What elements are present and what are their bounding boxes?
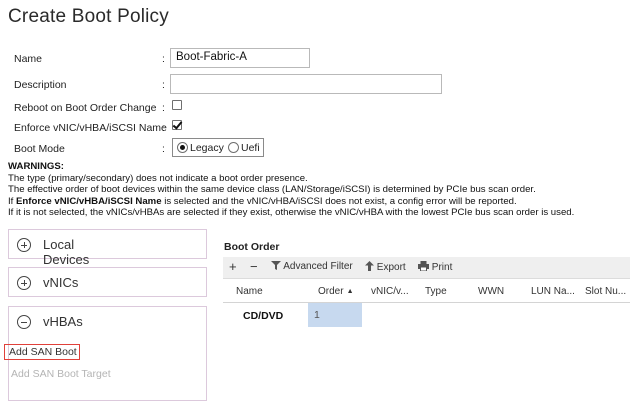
column-header-slot-number[interactable]: Slot Nu... — [585, 286, 626, 297]
enforce-colon: : — [162, 122, 165, 134]
expand-plus-icon[interactable] — [17, 276, 31, 290]
column-header-name[interactable]: Name — [236, 286, 263, 297]
collapse-minus-icon[interactable] — [17, 315, 31, 329]
column-header-lun-name[interactable]: LUN Na... — [531, 286, 575, 297]
sort-ascending-icon: ▲ — [346, 288, 354, 295]
column-header-order[interactable]: Order ▲ — [318, 286, 354, 297]
print-icon — [418, 261, 429, 272]
boot-order-title: Boot Order — [224, 241, 280, 253]
description-colon: : — [162, 79, 165, 91]
warning-line-3-bold: Enforce vNIC/vHBA/iSCSI Name — [16, 195, 162, 207]
legacy-label[interactable]: Legacy — [190, 142, 224, 154]
local-devices-panel[interactable]: Local Devices — [8, 229, 207, 267]
column-header-vnic[interactable]: vNIC/v... — [371, 286, 409, 297]
warning-line-2: The effective order of boot devices with… — [8, 184, 536, 196]
add-san-boot-button[interactable]: Add SAN Boot — [4, 344, 80, 360]
add-button[interactable]: + — [229, 259, 237, 274]
uefi-radio[interactable] — [228, 142, 239, 153]
enforce-label: Enforce vNIC/vHBA/iSCSI Name — [14, 122, 167, 134]
boot-mode-radio-group: Legacy Uefi — [172, 138, 264, 157]
local-devices-label: Local Devices — [43, 237, 90, 267]
reboot-colon: : — [162, 102, 165, 114]
enforce-checkbox[interactable] — [172, 120, 182, 130]
reboot-checkbox[interactable] — [172, 100, 182, 110]
description-label: Description — [14, 79, 67, 91]
expand-plus-icon[interactable] — [17, 238, 31, 252]
page-title: Create Boot Policy — [8, 6, 169, 27]
advanced-filter-button[interactable]: Advanced Filter — [271, 261, 353, 272]
vnics-panel[interactable]: vNICs — [8, 267, 207, 297]
filter-icon — [271, 261, 281, 270]
boot-mode-label: Boot Mode — [14, 143, 65, 155]
export-button[interactable]: Export — [365, 261, 406, 273]
legacy-radio[interactable] — [177, 142, 188, 153]
vhbas-label: vHBAs — [43, 314, 83, 329]
name-label: Name — [14, 53, 43, 65]
remove-button[interactable]: − — [250, 259, 258, 274]
reboot-label: Reboot on Boot Order Change — [14, 102, 157, 114]
warning-line-3: If Enforce vNIC/vHBA/iSCSI Name is selec… — [8, 195, 517, 207]
boot-mode-colon: : — [162, 143, 165, 155]
uefi-label[interactable]: Uefi — [241, 142, 260, 154]
warnings-heading: WARNINGS: — [8, 161, 64, 172]
export-icon — [365, 261, 374, 271]
boot-order-toolbar: + − Advanced Filter Export Print — [223, 257, 630, 279]
name-input[interactable]: Boot-Fabric-A — [170, 48, 310, 68]
table-header-divider — [223, 302, 630, 303]
column-header-wwn[interactable]: WWN — [478, 286, 504, 297]
warning-line-1: The type (primary/secondary) does not in… — [8, 172, 308, 184]
column-header-type[interactable]: Type — [425, 286, 447, 297]
table-row-name[interactable]: CD/DVD — [243, 310, 283, 322]
warning-line-4: If it is not selected, the vNICs/vHBAs a… — [8, 207, 575, 219]
vnics-label: vNICs — [43, 275, 79, 290]
description-input[interactable] — [170, 74, 442, 94]
table-row-order[interactable]: 1 — [308, 303, 362, 327]
warnings-block: WARNINGS: The type (primary/secondary) d… — [8, 161, 574, 219]
print-button[interactable]: Print — [418, 261, 452, 273]
name-colon: : — [162, 53, 165, 65]
add-san-boot-target-button[interactable]: Add SAN Boot Target — [11, 368, 111, 380]
